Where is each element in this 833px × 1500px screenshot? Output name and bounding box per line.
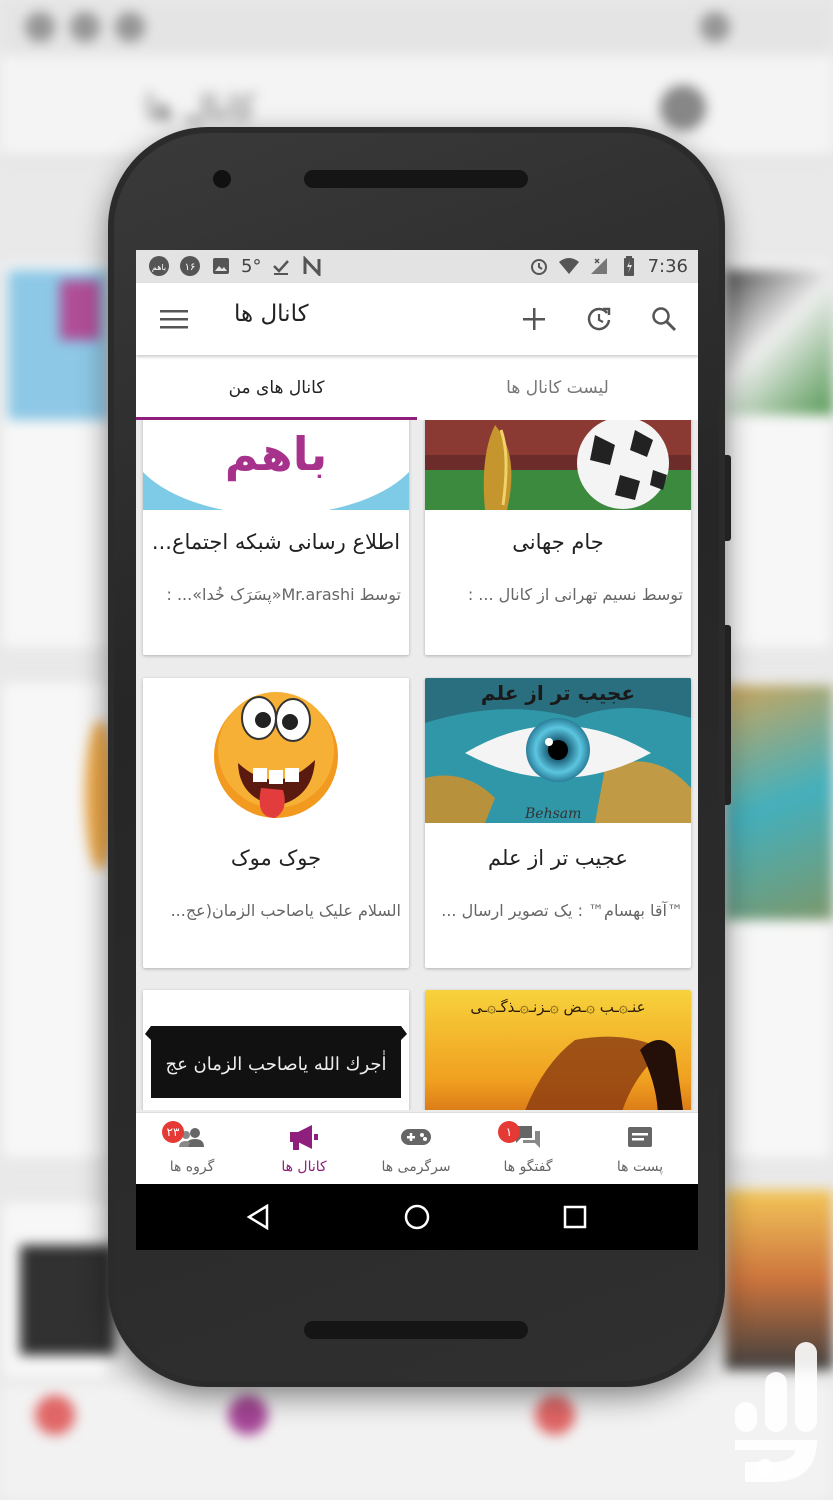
clock-text: 7:36 — [647, 255, 688, 277]
bottom-speaker — [304, 1321, 528, 1339]
nav-item-groups[interactable]: ۲۳ گروه ها — [136, 1113, 248, 1185]
channel-image: باهم — [143, 420, 409, 510]
nav-label: کانال ها — [281, 1159, 327, 1175]
add-icon[interactable] — [516, 301, 552, 337]
download-done-icon — [270, 255, 292, 277]
channel-card[interactable]: عنـ۞ـب ۞ـض ۞ـزنـ۞ـذگـ۞ـی — [425, 990, 691, 1110]
nav-item-entertainment[interactable]: سرگرمی ها — [360, 1113, 472, 1185]
number-16-notification-icon: ۱۶ — [179, 255, 201, 277]
bottom-navigation: ۲۳ گروه ها کانال ها سرگرمی ها ۱ گفتگو ها… — [136, 1112, 698, 1184]
channel-image: عجیب تر از علم Behsam — [425, 678, 691, 823]
temperature-text: 5° — [241, 255, 262, 277]
wifi-icon — [558, 255, 580, 277]
tab-my-channels[interactable]: کانال های من — [136, 355, 417, 420]
tab-channel-list[interactable]: لیست کانال ها — [417, 355, 698, 420]
search-icon[interactable] — [646, 301, 682, 337]
refresh-icon[interactable] — [581, 301, 617, 337]
nav-label: پست ها — [616, 1159, 664, 1175]
post-icon — [622, 1123, 658, 1151]
groups-badge: ۲۳ — [162, 1121, 184, 1143]
svg-text:اٰجرك الله یاصاحب الزمان عج: اٰجرك الله یاصاحب الزمان عج — [165, 1050, 386, 1075]
page-title: کانال ها — [234, 301, 309, 327]
recents-icon[interactable] — [557, 1199, 593, 1235]
channel-title: اطلاع رسانی شبکه اجتماع... — [151, 530, 401, 554]
channel-card[interactable]: جوک موک السلام علیک یاصاحب الزمان(عج... — [143, 678, 409, 968]
signal-icon — [588, 255, 610, 277]
system-navigation-bar — [136, 1184, 698, 1250]
nav-label: گفتگو ها — [503, 1159, 553, 1175]
channel-image: عنـ۞ـب ۞ـض ۞ـزنـ۞ـذگـ۞ـی — [425, 990, 691, 1110]
channel-card[interactable]: اٰجرك الله یاصاحب الزمان عج — [143, 990, 409, 1110]
megaphone-icon — [286, 1123, 322, 1151]
nav-item-channels[interactable]: کانال ها — [248, 1113, 360, 1185]
svg-text:۱۶: ۱۶ — [185, 262, 196, 273]
channel-card[interactable]: باهم اطلاع رسانی شبکه اجتماع... توسط Mr.… — [143, 420, 409, 655]
channel-last-message: توسط Mr.arashi«پِسَرَک خُدا»... : — [166, 585, 401, 604]
active-tab-indicator — [136, 417, 417, 420]
bahm-notification-icon: باهم — [148, 255, 170, 277]
channel-grid: باهم اطلاع رسانی شبکه اجتماع... توسط Mr.… — [136, 420, 698, 1110]
channel-title: جوک موک — [230, 846, 322, 870]
image-notification-icon — [210, 255, 232, 277]
chats-badge: ۱ — [498, 1121, 520, 1143]
svg-text:باهم: باهم — [152, 263, 166, 272]
channel-image — [143, 678, 409, 823]
channel-last-message: توسط نسیم تهرانی از کانال ... : — [467, 585, 683, 604]
top-speaker — [304, 170, 528, 188]
channel-image — [425, 420, 691, 510]
channel-card[interactable]: جام جهانی توسط نسیم تهرانی از کانال ... … — [425, 420, 691, 655]
back-icon[interactable] — [240, 1199, 276, 1235]
battery-icon — [618, 255, 640, 277]
svg-text:عنـ۞ـب ۞ـض ۞ـزنـ۞ـذگـ۞ـی: عنـ۞ـب ۞ـض ۞ـزنـ۞ـذگـ۞ـی — [470, 998, 645, 1016]
channel-last-message: ™آقا بهسام™ : یک تصویر ارسال ... — [441, 901, 683, 920]
nav-item-posts[interactable]: پست ها — [584, 1113, 696, 1185]
volume-button — [725, 625, 731, 805]
channel-last-message: السلام علیک یاصاحب الزمان(عج... — [170, 901, 401, 920]
svg-text:Behsam: Behsam — [524, 806, 581, 822]
status-bar: باهم ۱۶ 5° 7:36 — [136, 250, 698, 283]
gamepad-icon — [398, 1123, 434, 1151]
front-camera — [213, 170, 231, 188]
svg-text:باهم: باهم — [225, 427, 328, 481]
bg-title: کانال ها — [145, 88, 256, 128]
nav-item-chats[interactable]: ۱ گفتگو ها — [472, 1113, 584, 1185]
app-bar: کانال ها — [136, 283, 698, 355]
channel-card[interactable]: عجیب تر از علم Behsam عجیب تر از علم ™آق… — [425, 678, 691, 968]
nav-label: گروه ها — [169, 1159, 215, 1175]
channel-title: جام جهانی — [512, 530, 604, 554]
bazaar-logo-icon — [735, 1340, 827, 1490]
hamburger-menu-icon[interactable] — [156, 301, 192, 337]
phone-screen: باهم ۱۶ 5° 7:36 کانال ها کانال های من لی… — [136, 250, 698, 1250]
alarm-icon — [528, 255, 550, 277]
home-icon[interactable] — [399, 1199, 435, 1235]
nav-label: سرگرمی ها — [381, 1159, 451, 1175]
channel-image: اٰجرك الله یاصاحب الزمان عج — [143, 990, 409, 1110]
svg-text:عجیب تر از علم: عجیب تر از علم — [481, 681, 635, 705]
power-button — [725, 455, 731, 541]
channel-title: عجیب تر از علم — [488, 846, 628, 870]
tab-bar: کانال های من لیست کانال ها — [136, 355, 698, 420]
n-app-icon — [301, 255, 323, 277]
